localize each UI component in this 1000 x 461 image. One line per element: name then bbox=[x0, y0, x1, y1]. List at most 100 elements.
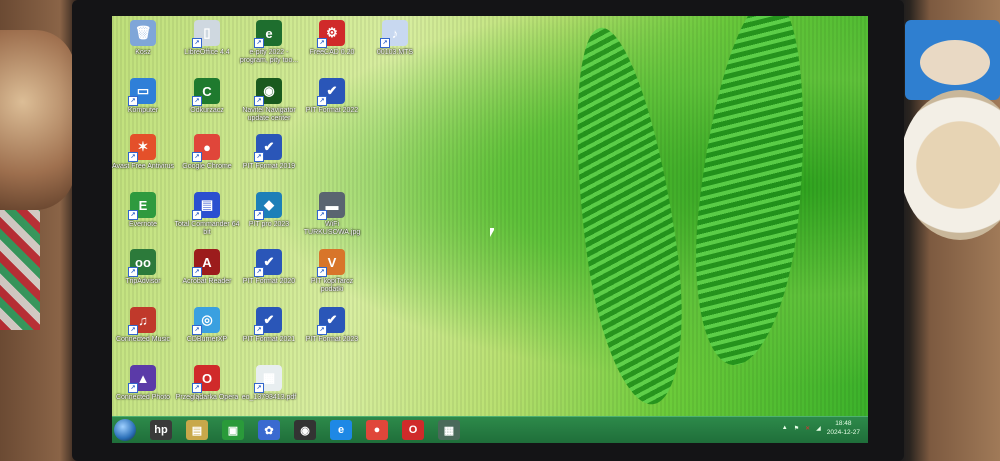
pit-format-icon: ✔ ↗ bbox=[254, 134, 282, 162]
desktop-icon-label: Acrobat Reader bbox=[182, 278, 232, 285]
background-plate bbox=[900, 90, 1000, 240]
connected-photo-icon: ▲ ↗ bbox=[128, 365, 156, 393]
mouse-cursor bbox=[490, 228, 494, 237]
tripadvisor-icon: oo ↗ bbox=[128, 249, 156, 277]
pit-kopia-icon: V ↗ bbox=[317, 249, 345, 277]
shortcut-arrow-icon: ↗ bbox=[128, 152, 138, 162]
hp-icon[interactable]: hp bbox=[150, 420, 172, 440]
desktop-icon[interactable]: ✔ ↗ PIT Format 2022 bbox=[299, 78, 365, 115]
desktop-icon-label: CDBurnerXP bbox=[186, 336, 228, 343]
pit-format-icon: ✔ ↗ bbox=[254, 307, 282, 335]
evernote-icon: E ↗ bbox=[128, 192, 156, 220]
desktop-icon[interactable]: V ↗ PIT kopiTarcz podatki bbox=[299, 249, 365, 294]
volume-icon[interactable]: ◢ bbox=[816, 425, 821, 432]
wallpaper-leaf bbox=[682, 16, 822, 371]
desktop-icon-label: Navitel Navigator update center bbox=[242, 107, 296, 122]
desktop-icon[interactable]: ♪ ↗ 00103.MTS bbox=[362, 20, 428, 57]
desktop-icon[interactable]: ▦ ↗ eo_13793413.pdf bbox=[236, 365, 302, 402]
desktop-icon-label: PIT Format 2019 bbox=[242, 163, 296, 170]
desktop-icon[interactable]: ▭ ↗ Komputer bbox=[112, 78, 176, 115]
background-box bbox=[0, 210, 40, 330]
taskbar-pinned: hp ▤ ▣ ✿ ◉ e ● O ▦ bbox=[150, 420, 474, 440]
taskbar: hp ▤ ▣ ✿ ◉ e ● O ▦ ▲ ⚑ ✕ ◢ 18:48 2024-12-27 bbox=[112, 416, 868, 443]
shortcut-arrow-icon: ↗ bbox=[317, 325, 327, 335]
desktop-icon[interactable]: ▤ ↗ Total Commander 64 bit bbox=[174, 192, 240, 237]
chrome-icon: ● ↗ bbox=[192, 134, 220, 162]
desktop-icon-label: LibreOffice 4.4 bbox=[184, 49, 230, 56]
desktop-icon[interactable]: A ↗ Acrobat Reader bbox=[174, 249, 240, 286]
desktop-icon[interactable]: e ↗ e-pity 2022 - program, pity too... bbox=[236, 20, 302, 65]
desktop-screen: 🗑 Kosz ▭ ↗ Komputer ✶ ↗ Avast Free Antivirus E ↗ E… bbox=[112, 16, 868, 443]
desktop-icon[interactable]: ♫ ↗ Connected Music bbox=[112, 307, 176, 344]
chrome-icon[interactable]: ● bbox=[366, 420, 388, 440]
desktop-icon-label: PIT Format 2023 bbox=[305, 336, 359, 343]
avast-icon: ✶ ↗ bbox=[128, 134, 156, 162]
calculator-icon[interactable]: ▦ bbox=[438, 420, 460, 440]
network-icon[interactable]: ✕ bbox=[805, 425, 810, 432]
store-icon[interactable]: ▣ bbox=[222, 420, 244, 440]
shortcut-arrow-icon: ↗ bbox=[128, 210, 138, 220]
desktop-icon-label: PIT Format 2022 bbox=[305, 107, 359, 114]
shortcut-arrow-icon: ↗ bbox=[128, 383, 138, 393]
desktop-icon[interactable]: ✔ ↗ PIT Format 2019 bbox=[236, 134, 302, 171]
desktop-icon[interactable]: ✔ ↗ PIT Format 2021 bbox=[236, 307, 302, 344]
desktop-icon[interactable]: ▯ ↗ LibreOffice 4.4 bbox=[174, 20, 240, 57]
clock[interactable]: 18:48 2024-12-27 bbox=[827, 419, 860, 437]
desktop-icon[interactable]: ◆ ↗ PIT pro 2023 bbox=[236, 192, 302, 229]
background-plate-blue bbox=[905, 20, 1000, 100]
total-commander-icon: ▤ ↗ bbox=[192, 192, 220, 220]
libraries-icon[interactable]: ▤ bbox=[186, 420, 208, 440]
desktop-icon-label: PIT kopiTarcz podatki bbox=[310, 278, 354, 293]
desktop-icon-label: Odkurzacz bbox=[190, 107, 224, 114]
start-button[interactable] bbox=[114, 419, 136, 441]
desktop-icon-label: WiFi TURKUSOWA.jpg bbox=[303, 221, 361, 236]
desktop-icon-label: Kosz bbox=[135, 49, 151, 56]
freecad-icon: ⚙ ↗ bbox=[317, 20, 345, 48]
recycle-bin-icon: 🗑 bbox=[130, 20, 156, 46]
shortcut-arrow-icon: ↗ bbox=[254, 383, 264, 393]
desktop-icon[interactable]: ▲ ↗ Connected Photo bbox=[112, 365, 176, 402]
desktop-icon[interactable]: ✔ ↗ PIT Format 2023 bbox=[299, 307, 365, 344]
shortcut-arrow-icon: ↗ bbox=[192, 267, 202, 277]
clock-date: 2024-12-27 bbox=[826, 429, 860, 436]
desktop-icon[interactable]: ● ↗ Google Chrome bbox=[174, 134, 240, 171]
desktop-icon-label: TripAdvisor bbox=[125, 278, 161, 285]
cdburnerxp-icon: ◎ ↗ bbox=[192, 307, 220, 335]
libreoffice-icon: ▯ ↗ bbox=[192, 20, 220, 48]
photo-gallery-icon[interactable]: ✿ bbox=[258, 420, 280, 440]
navitel-icon: ◉ ↗ bbox=[254, 78, 282, 106]
desktop-icon[interactable]: ✔ ↗ PIT Format 2020 bbox=[236, 249, 302, 286]
opera-icon[interactable]: O bbox=[402, 420, 424, 440]
ccleaner-icon: C ↗ bbox=[192, 78, 220, 106]
desktop-icon-label: PIT pro 2023 bbox=[248, 221, 290, 228]
desktop-icon[interactable]: 🗑 Kosz bbox=[112, 20, 176, 57]
desktop-icon[interactable]: ◎ ↗ CDBurnerXP bbox=[174, 307, 240, 344]
desktop-icon[interactable]: C ↗ Odkurzacz bbox=[174, 78, 240, 115]
webcam-icon[interactable]: ◉ bbox=[294, 420, 316, 440]
shortcut-arrow-icon: ↗ bbox=[192, 152, 202, 162]
desktop-icon[interactable]: O ↗ Przeglądarka Opera bbox=[174, 365, 240, 402]
shortcut-arrow-icon: ↗ bbox=[128, 267, 138, 277]
desktop-icon[interactable]: ◉ ↗ Navitel Navigator update center bbox=[236, 78, 302, 123]
action-center-icon[interactable]: ⚑ bbox=[794, 425, 799, 432]
pit-format-icon: ✔ ↗ bbox=[317, 307, 345, 335]
shortcut-arrow-icon: ↗ bbox=[317, 38, 327, 48]
desktop-icon-label: Avast Free Antivirus bbox=[112, 163, 175, 170]
pdf-file-icon: ▦ ↗ bbox=[254, 365, 282, 393]
desktop-icon[interactable]: ▬ ↗ WiFi TURKUSOWA.jpg bbox=[299, 192, 365, 237]
desktop-icon[interactable]: oo ↗ TripAdvisor bbox=[112, 249, 176, 286]
desktop-icon-label: Komputer bbox=[127, 107, 159, 114]
shortcut-arrow-icon: ↗ bbox=[128, 325, 138, 335]
desktop-icon[interactable]: ⚙ ↗ FreeCAD 0.20 bbox=[299, 20, 365, 57]
desktop-icon-label: eo_13793413.pdf bbox=[241, 394, 297, 401]
computer-icon: ▭ ↗ bbox=[128, 78, 156, 106]
show-hidden-icons[interactable]: ▲ bbox=[782, 425, 788, 431]
wallpaper-leaf bbox=[555, 21, 699, 411]
shortcut-arrow-icon: ↗ bbox=[254, 267, 264, 277]
shortcut-arrow-icon: ↗ bbox=[380, 38, 390, 48]
desktop-icon[interactable]: E ↗ Evernote bbox=[112, 192, 176, 229]
internet-explorer-icon[interactable]: e bbox=[330, 420, 352, 440]
shortcut-arrow-icon: ↗ bbox=[192, 383, 202, 393]
desktop-icon[interactable]: ✶ ↗ Avast Free Antivirus bbox=[112, 134, 176, 171]
desktop-icon-label: Connected Photo bbox=[115, 394, 171, 401]
